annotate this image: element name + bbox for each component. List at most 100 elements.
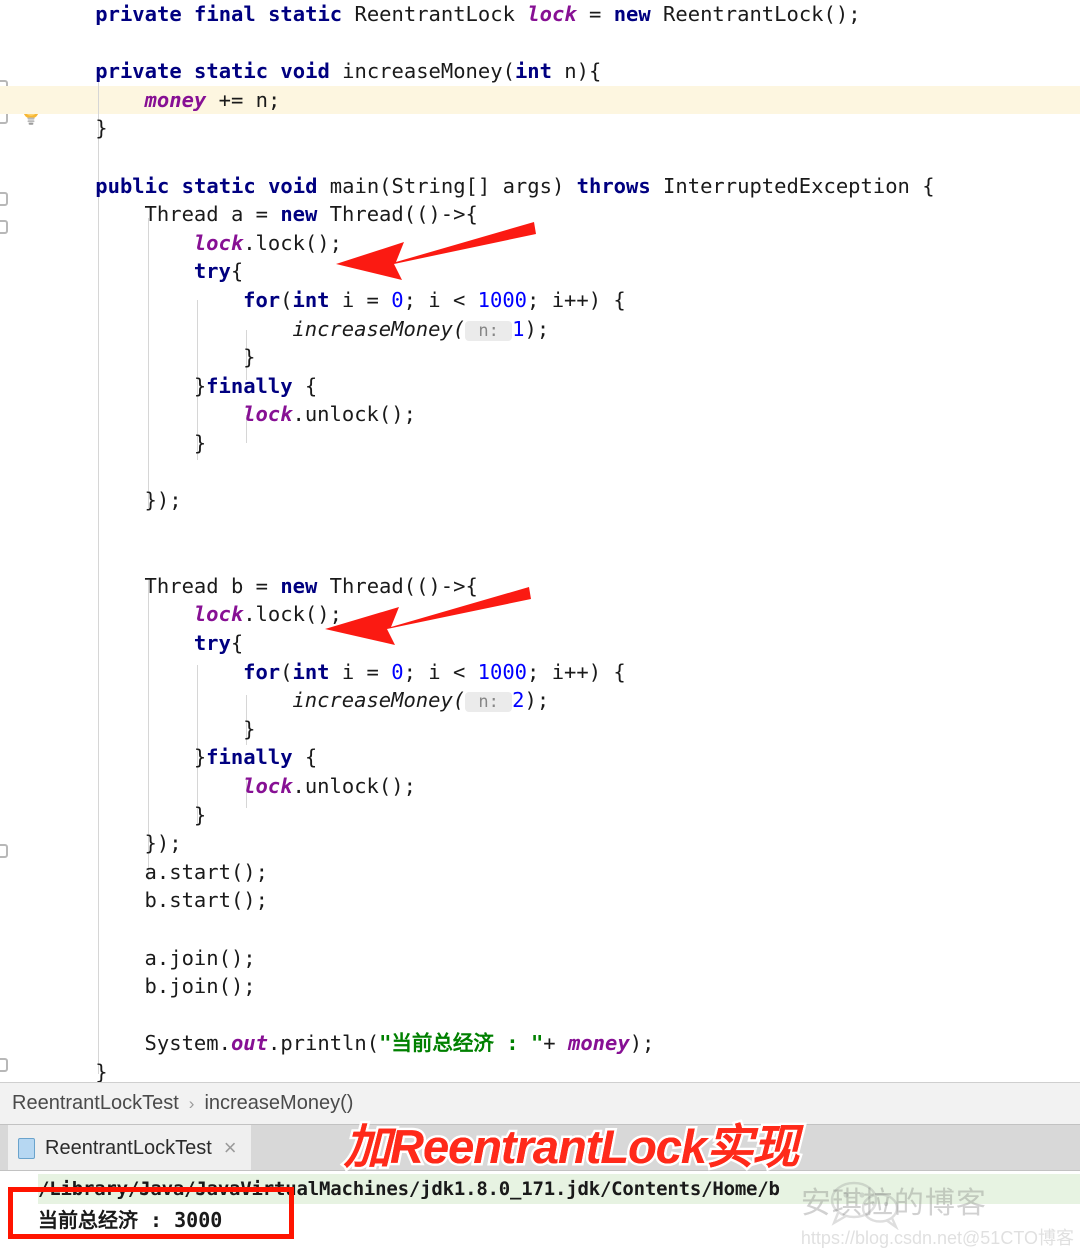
code-token: .unlock(); xyxy=(292,774,416,799)
code-line[interactable]: lock.unlock(); xyxy=(46,400,1080,429)
run-console[interactable]: /Library/Java/JavaVirtualMachines/jdk1.8… xyxy=(0,1170,1080,1246)
code-token: Thread a = xyxy=(144,202,281,227)
code-line[interactable]: }finally { xyxy=(46,372,1080,401)
code-line[interactable] xyxy=(46,1001,1080,1030)
code-line[interactable]: } xyxy=(46,343,1080,372)
code-token: ; i++) { xyxy=(527,287,626,312)
code-line[interactable]: a.start(); xyxy=(46,858,1080,887)
code-token: ); xyxy=(524,316,550,341)
code-token: public xyxy=(95,173,170,198)
code-line[interactable]: try{ xyxy=(46,257,1080,286)
code-token: ( xyxy=(280,659,293,684)
code-line[interactable]: } xyxy=(46,801,1080,830)
annotation-arrow-2 xyxy=(325,587,531,645)
close-icon[interactable]: × xyxy=(224,1135,237,1161)
code-token: ReentrantLock(); xyxy=(650,2,861,26)
fold-marker-icon[interactable] xyxy=(0,192,8,206)
code-token: { xyxy=(292,745,318,770)
code-token: void xyxy=(280,59,330,84)
code-token: for xyxy=(243,659,281,684)
run-tab-reentrantlocktest[interactable]: ReentrantLockTest × xyxy=(8,1125,251,1171)
code-line[interactable]: Thread a = new Thread(()->{ xyxy=(46,200,1080,229)
code-line[interactable]: private static void increaseMoney(int n)… xyxy=(46,57,1080,86)
code-line[interactable]: }); xyxy=(46,486,1080,515)
code-line[interactable]: public static void main(String[] args) t… xyxy=(46,172,1080,201)
code-line[interactable]: increaseMoney( n: 2); xyxy=(46,686,1080,715)
code-line[interactable] xyxy=(46,458,1080,487)
code-token: } xyxy=(95,1059,108,1082)
code-token: }); xyxy=(144,488,182,513)
code-token: money xyxy=(144,87,207,112)
code-token: ( xyxy=(280,287,293,312)
code-line[interactable]: }); xyxy=(46,829,1080,858)
indent-guide xyxy=(147,218,149,508)
code-token: ; i++) { xyxy=(527,659,626,684)
code-token: n: xyxy=(465,692,513,713)
code-token: lock xyxy=(243,774,293,799)
annotation-arrow-1 xyxy=(336,222,536,280)
breadcrumb-class[interactable]: ReentrantLockTest xyxy=(12,1092,179,1115)
code-line[interactable] xyxy=(46,143,1080,172)
code-line[interactable]: try{ xyxy=(46,629,1080,658)
code-line[interactable]: for(int i = 0; i < 1000; i++) { xyxy=(46,286,1080,315)
code-token: }); xyxy=(144,831,182,856)
code-token: ReentrantLock xyxy=(342,2,528,26)
code-line[interactable] xyxy=(46,515,1080,544)
code-line[interactable]: } xyxy=(46,715,1080,744)
code-token: .println( xyxy=(267,1031,380,1056)
code-token: main(String[] args) xyxy=(317,173,577,198)
code-line[interactable] xyxy=(46,29,1080,58)
code-token: ; i < xyxy=(403,659,478,684)
code-line[interactable]: } xyxy=(46,429,1080,458)
code-token: final xyxy=(194,2,256,26)
code-token: try xyxy=(193,631,231,656)
wechat-logo-icon xyxy=(830,1181,899,1230)
code-token: new xyxy=(613,2,651,26)
code-token: n: xyxy=(465,320,513,341)
code-token: } xyxy=(193,373,207,398)
code-line[interactable] xyxy=(46,543,1080,572)
code-line[interactable]: b.start(); xyxy=(46,886,1080,915)
code-token: increaseMoney( xyxy=(292,316,466,341)
code-line[interactable]: increaseMoney( n: 1); xyxy=(46,315,1080,344)
code-token: "当前总经济 : " xyxy=(379,1031,544,1056)
code-token: } xyxy=(193,802,207,827)
breadcrumb-method[interactable]: increaseMoney() xyxy=(204,1092,353,1115)
code-token: lock xyxy=(243,402,293,427)
code-line[interactable]: }finally { xyxy=(46,743,1080,772)
code-token: for xyxy=(243,287,281,312)
code-line[interactable]: } xyxy=(46,114,1080,143)
code-token: } xyxy=(193,745,207,770)
code-line[interactable]: System.out.println("当前总经济 : "+ money); xyxy=(46,1029,1080,1058)
editor-gutter[interactable] xyxy=(0,0,46,1082)
fold-marker-icon[interactable] xyxy=(0,844,8,858)
code-line[interactable]: lock.unlock(); xyxy=(46,772,1080,801)
code-line[interactable]: private final static ReentrantLock lock … xyxy=(46,0,1080,29)
code-line[interactable]: a.join(); xyxy=(46,944,1080,973)
code-line[interactable] xyxy=(46,915,1080,944)
code-line[interactable]: lock.lock(); xyxy=(46,229,1080,258)
code-token: } xyxy=(193,430,207,455)
annotation-text: 加ReentrantLock实现 xyxy=(344,1120,799,1173)
breadcrumb-separator-icon: › xyxy=(188,1093,195,1113)
code-line[interactable]: money += n; xyxy=(0,85,1080,115)
code-token: 0 xyxy=(391,659,404,684)
code-token: } xyxy=(95,116,108,141)
code-token: Thread b = xyxy=(144,573,281,598)
code-editor[interactable]: private final static ReentrantLock lock … xyxy=(0,0,1080,1082)
code-line[interactable]: b.join(); xyxy=(46,972,1080,1001)
run-tab-label: ReentrantLockTest xyxy=(45,1136,212,1159)
code-token: { xyxy=(230,631,244,656)
code-line[interactable]: lock.lock(); xyxy=(46,600,1080,629)
code-line[interactable]: } xyxy=(46,1058,1080,1082)
code-line[interactable]: Thread b = new Thread(()->{ xyxy=(46,572,1080,601)
code-token: void xyxy=(268,173,318,198)
code-line[interactable]: for(int i = 0; i < 1000; i++) { xyxy=(46,658,1080,687)
code-content[interactable]: private final static ReentrantLock lock … xyxy=(0,0,1080,1082)
code-token: + xyxy=(543,1031,568,1056)
fold-marker-icon[interactable] xyxy=(0,1058,8,1072)
fold-marker-icon[interactable] xyxy=(0,220,8,234)
code-token: int xyxy=(514,59,552,84)
